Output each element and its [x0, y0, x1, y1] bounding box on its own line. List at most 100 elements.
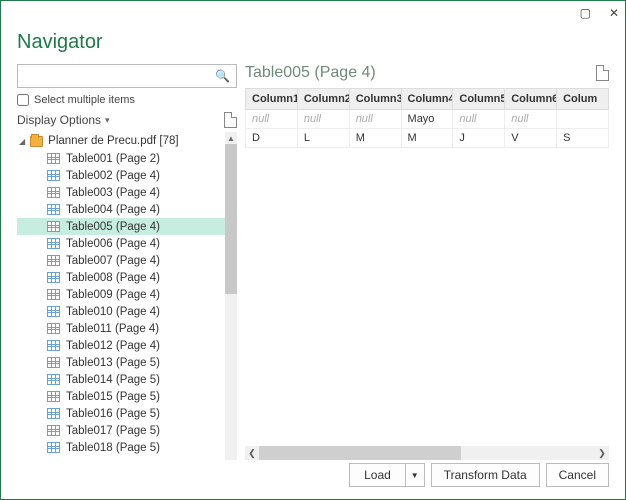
refresh-icon[interactable]	[224, 112, 237, 128]
load-dropdown-button[interactable]: ▼	[405, 463, 425, 487]
tree-item[interactable]: Table010 (Page 4)	[17, 303, 225, 320]
preview-options-icon[interactable]	[596, 65, 609, 81]
column-header[interactable]: Column3	[349, 89, 401, 110]
tree-item-label: Table017 (Page 5)	[66, 425, 160, 437]
table-icon	[47, 408, 60, 419]
column-header[interactable]: Column6	[505, 89, 557, 110]
tree-item[interactable]: Table012 (Page 4)	[17, 337, 225, 354]
table-icon	[47, 289, 60, 300]
tree-item[interactable]: Table017 (Page 5)	[17, 422, 225, 439]
scroll-thumb[interactable]	[225, 144, 237, 294]
tree-item-label: Table015 (Page 5)	[66, 391, 160, 403]
scroll-up-icon[interactable]: ▲	[227, 132, 235, 144]
table-cell[interactable]: M	[401, 129, 453, 148]
tree-item[interactable]: Table003 (Page 4)	[17, 184, 225, 201]
tree-item[interactable]: Table011 (Page 4)	[17, 320, 225, 337]
table-icon	[47, 153, 60, 164]
tree-item[interactable]: Table015 (Page 5)	[17, 388, 225, 405]
column-header[interactable]: Colum	[557, 89, 609, 110]
table-cell[interactable]	[557, 110, 609, 129]
tree-root-item[interactable]: ◢ Planner de Precu.pdf [78]	[17, 132, 225, 150]
tree-scrollbar[interactable]: ▲	[225, 132, 237, 460]
search-icon[interactable]: 🔍	[215, 69, 230, 83]
transform-data-button[interactable]: Transform Data	[431, 463, 540, 487]
table-icon	[47, 323, 60, 334]
table-cell[interactable]: D	[246, 129, 298, 148]
table-icon	[47, 204, 60, 215]
close-icon[interactable]: ✕	[609, 6, 619, 20]
table-icon	[47, 442, 60, 453]
table-icon	[47, 238, 60, 249]
table-icon	[47, 391, 60, 402]
load-button[interactable]: Load	[349, 463, 405, 487]
tree-item[interactable]: Table007 (Page 4)	[17, 252, 225, 269]
table-icon	[47, 374, 60, 385]
table-cell[interactable]: null	[453, 110, 505, 129]
tree-item-label: Table005 (Page 4)	[66, 221, 160, 233]
load-button-group: Load ▼	[349, 463, 425, 487]
tree-item[interactable]: Table001 (Page 2)	[17, 150, 225, 167]
table-row[interactable]: DLMMJVS	[246, 129, 609, 148]
table-icon	[47, 306, 60, 317]
tree-item-label: Table018 (Page 5)	[66, 442, 160, 454]
tree-item[interactable]: Table002 (Page 4)	[17, 167, 225, 184]
tree-item-label: Table016 (Page 5)	[66, 408, 160, 420]
tree-item-label: Table002 (Page 4)	[66, 170, 160, 182]
table-icon	[47, 187, 60, 198]
select-multiple-checkbox[interactable]	[17, 94, 29, 106]
tree-item[interactable]: Table009 (Page 4)	[17, 286, 225, 303]
preview-panel: Table005 (Page 4) Column1Column2Column3C…	[245, 64, 609, 460]
table-icon	[47, 357, 60, 368]
table-icon	[47, 340, 60, 351]
left-panel: 🔍 Select multiple items Display Options …	[17, 64, 237, 460]
search-input[interactable]	[24, 66, 215, 86]
dialog-footer: Load ▼ Transform Data Cancel	[1, 453, 625, 499]
tree-item[interactable]: Table016 (Page 5)	[17, 405, 225, 422]
table-icon	[47, 255, 60, 266]
table-cell[interactable]: null	[349, 110, 401, 129]
cancel-button[interactable]: Cancel	[546, 463, 609, 487]
caret-down-icon[interactable]: ◢	[19, 137, 25, 146]
tree-item[interactable]: Table004 (Page 4)	[17, 201, 225, 218]
table-cell[interactable]: Mayo	[401, 110, 453, 129]
table-cell[interactable]: null	[246, 110, 298, 129]
table-cell[interactable]: J	[453, 129, 505, 148]
tree-item-label: Table003 (Page 4)	[66, 187, 160, 199]
table-cell[interactable]: S	[557, 129, 609, 148]
tree-item-label: Table013 (Page 5)	[66, 357, 160, 369]
column-header[interactable]: Column1	[246, 89, 298, 110]
table-cell[interactable]: null	[297, 110, 349, 129]
display-options-dropdown[interactable]: Display Options	[17, 113, 110, 127]
tree-item[interactable]: Table014 (Page 5)	[17, 371, 225, 388]
tree-item-label: Table011 (Page 4)	[66, 323, 159, 335]
minimize-restore-icon[interactable]: ▢	[580, 6, 591, 20]
tree-item[interactable]: Table008 (Page 4)	[17, 269, 225, 286]
select-multiple-row[interactable]: Select multiple items	[17, 94, 237, 106]
tree-item[interactable]: Table005 (Page 4)	[17, 218, 225, 235]
preview-grid: Column1Column2Column3Column4Column5Colum…	[245, 88, 609, 148]
tree-item-label: Table014 (Page 5)	[66, 374, 160, 386]
navigator-dialog: ▢ ✕ Navigator 🔍 Select multiple items Di…	[0, 0, 626, 500]
tree-item[interactable]: Table006 (Page 4)	[17, 235, 225, 252]
tree-item-label: Table004 (Page 4)	[66, 204, 160, 216]
tree-item-label: Table007 (Page 4)	[66, 255, 160, 267]
table-cell[interactable]: V	[505, 129, 557, 148]
tree-item-label: Table012 (Page 4)	[66, 340, 160, 352]
table-cell[interactable]: L	[297, 129, 349, 148]
table-icon	[47, 272, 60, 283]
tree-item-label: Table009 (Page 4)	[66, 289, 160, 301]
table-cell[interactable]: null	[505, 110, 557, 129]
tree-item-label: Table010 (Page 4)	[66, 306, 160, 318]
table-row[interactable]: nullnullnullMayonullnull	[246, 110, 609, 129]
column-header[interactable]: Column2	[297, 89, 349, 110]
titlebar: ▢ ✕	[1, 1, 625, 25]
table-icon	[47, 425, 60, 436]
tree-item[interactable]: Table013 (Page 5)	[17, 354, 225, 371]
column-header[interactable]: Column4	[401, 89, 453, 110]
table-cell[interactable]: M	[349, 129, 401, 148]
table-icon	[47, 221, 60, 232]
preview-title: Table005 (Page 4)	[245, 64, 376, 82]
dialog-title: Navigator	[17, 31, 609, 54]
column-header[interactable]: Column5	[453, 89, 505, 110]
search-box[interactable]: 🔍	[17, 64, 237, 88]
